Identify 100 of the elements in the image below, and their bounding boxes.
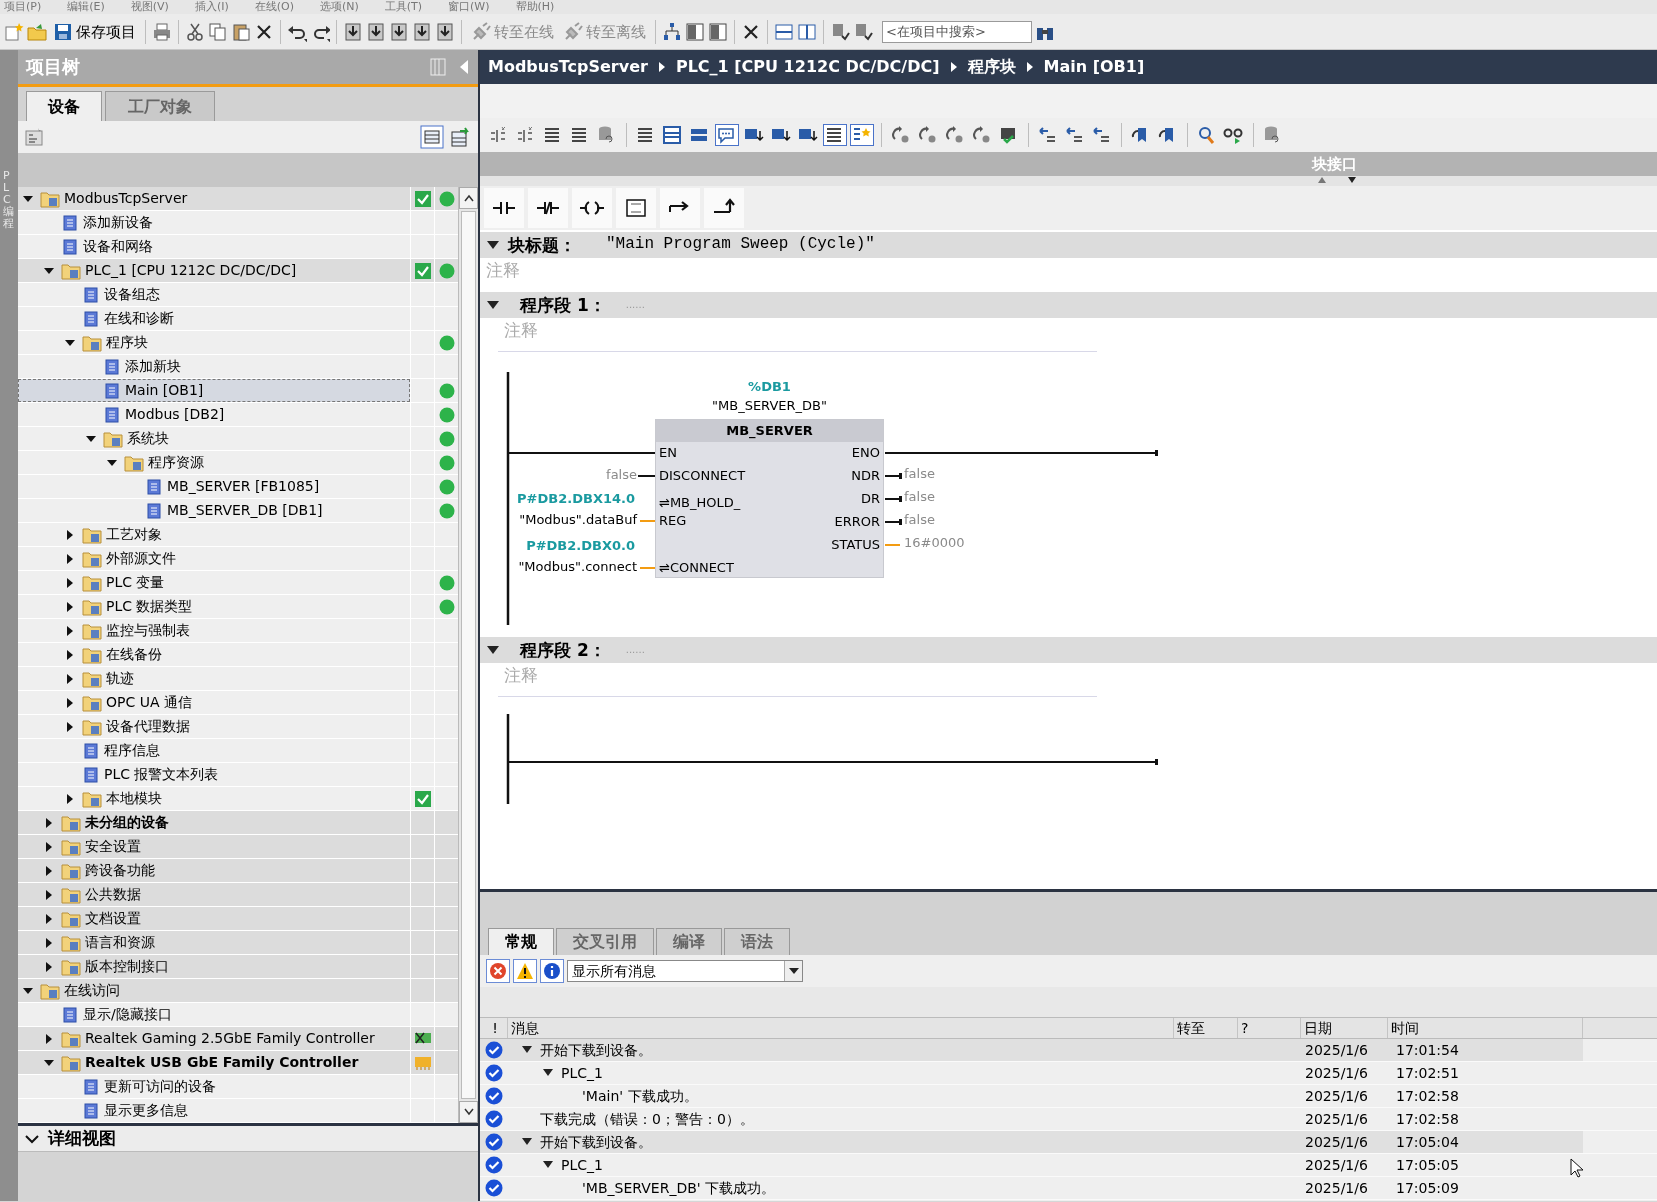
- tree-item[interactable]: 公共数据: [18, 883, 458, 907]
- window-icon[interactable]: [685, 21, 705, 42]
- tree-item[interactable]: PLC 报警文本列表: [18, 763, 458, 787]
- caret-down-icon[interactable]: [521, 1137, 533, 1147]
- tree-item[interactable]: 跨设备功能: [18, 859, 458, 883]
- copy-icon[interactable]: [208, 21, 228, 42]
- negated-contact-button[interactable]: [528, 188, 568, 228]
- tree-item[interactable]: Realtek USB GbE Family Controller: [18, 1051, 458, 1075]
- chevron-down-icon[interactable]: [24, 1132, 40, 1145]
- tree-item[interactable]: PLC 数据类型: [18, 595, 458, 619]
- error-filter-button[interactable]: [486, 959, 510, 983]
- menu-item[interactable]: 在线(O): [254, 0, 294, 14]
- tree-item[interactable]: Realtek Gaming 2.5GbE Family Controller: [18, 1027, 458, 1051]
- window-icon[interactable]: [708, 21, 728, 42]
- caret-down-icon[interactable]: [542, 1068, 554, 1078]
- tab[interactable]: 编译: [656, 928, 722, 955]
- filter-dropdown[interactable]: 显示所有消息: [567, 960, 803, 982]
- vertical-split-icon[interactable]: [797, 21, 817, 42]
- folder-icon[interactable]: [27, 21, 47, 42]
- network-icon[interactable]: [662, 21, 682, 42]
- cut-icon[interactable]: [185, 21, 205, 42]
- device-check-icon[interactable]: [830, 21, 850, 42]
- table-arrow-icon[interactable]: [450, 126, 472, 148]
- warning-filter-button[interactable]: [513, 959, 537, 983]
- tree-item[interactable]: 添加新设备: [18, 211, 458, 235]
- tree-item[interactable]: 安全设置: [18, 835, 458, 859]
- tree-item[interactable]: 文档设置: [18, 907, 458, 931]
- caret-down-icon[interactable]: [542, 1160, 554, 1170]
- table-icon[interactable]: [420, 125, 444, 149]
- tree-item[interactable]: 系统块: [18, 427, 458, 451]
- menu-item[interactable]: 插入(I): [194, 0, 229, 14]
- column-header[interactable]: 时间: [1388, 1018, 1583, 1038]
- caret-down-icon[interactable]: [521, 1045, 533, 1055]
- tree-item[interactable]: Modbus [DB2]: [18, 403, 458, 427]
- tree-item[interactable]: 设备代理数据: [18, 715, 458, 739]
- tree-item[interactable]: 外部源文件: [18, 547, 458, 571]
- printer-icon[interactable]: [152, 21, 172, 42]
- tree-item[interactable]: 程序块: [18, 331, 458, 355]
- tree-view-icon[interactable]: [24, 127, 44, 147]
- menu-item[interactable]: 视图(V): [130, 0, 169, 14]
- scroll-up-button[interactable]: [459, 187, 478, 209]
- contact-button[interactable]: [484, 188, 524, 228]
- tree-item[interactable]: 监控与强制表: [18, 619, 458, 643]
- triangle-down-icon[interactable]: [1347, 176, 1357, 184]
- block-title-field[interactable]: "Main Program Sweep (Cycle)": [606, 235, 875, 255]
- tree-item[interactable]: MB_SERVER [FB1085]: [18, 475, 458, 499]
- column-header[interactable]: 消息: [508, 1018, 1174, 1038]
- tree-item[interactable]: 程序资源: [18, 451, 458, 475]
- message-row[interactable]: PLC_1 2025/1/6 17:05:05: [480, 1154, 1657, 1177]
- tree-item[interactable]: ModbusTcpServer: [18, 187, 458, 211]
- column-header[interactable]: ?: [1238, 1018, 1301, 1038]
- scrollbar-thumb[interactable]: [461, 211, 476, 1099]
- tree-item[interactable]: 未分组的设备: [18, 811, 458, 835]
- message-row[interactable]: 'MB_SERVER_DB' 下载成功。 2025/1/6 17:05:09: [480, 1177, 1657, 1200]
- window-icon[interactable]: [662, 125, 684, 145]
- list-icon[interactable]: [824, 125, 846, 145]
- splitter-bar[interactable]: [480, 889, 1657, 927]
- message-row[interactable]: 'Main' 下载成功。 2025/1/6 17:02:58: [480, 1085, 1657, 1108]
- menu-item[interactable]: 窗口(W): [448, 0, 490, 14]
- message-row[interactable]: PLC_1 2025/1/6 17:02:51: [480, 1062, 1657, 1085]
- speech-bubble-icon[interactable]: [716, 125, 738, 145]
- tree-item[interactable]: 工艺对象: [18, 523, 458, 547]
- star-list-icon[interactable]: [851, 125, 873, 145]
- tree-item[interactable]: 版本控制接口: [18, 955, 458, 979]
- tree-item[interactable]: 设备组态: [18, 283, 458, 307]
- menu-item[interactable]: 工具(T): [384, 0, 423, 14]
- function-block[interactable]: MB_SERVER EN DISCONNECT ⇌MB_HOLD_ REG ⇌CONNECT ENO NDR DR ERROR STATUS: [655, 419, 884, 578]
- device-check-icon[interactable]: [853, 21, 873, 42]
- column-header[interactable]: !: [480, 1018, 508, 1038]
- tab[interactable]: 常规: [488, 928, 554, 955]
- menu-item[interactable]: 编辑(E): [67, 0, 105, 14]
- menu-item[interactable]: 选项(N): [319, 0, 359, 14]
- paste-icon[interactable]: [231, 21, 251, 42]
- scroll-down-button[interactable]: [459, 1101, 478, 1123]
- tree-item[interactable]: PLC_1 [CPU 1212C DC/DC/DC]: [18, 259, 458, 283]
- triangle-up-icon[interactable]: [1317, 176, 1327, 184]
- column-header[interactable]: 日期: [1301, 1018, 1388, 1038]
- search-field[interactable]: <在项目中搜索>: [882, 20, 1032, 43]
- tree-item[interactable]: MB_SERVER_DB [DB1]: [18, 499, 458, 523]
- tree-item[interactable]: 程序信息: [18, 739, 458, 763]
- column-header[interactable]: 转至: [1174, 1018, 1238, 1038]
- breadcrumb-link[interactable]: 程序块: [967, 57, 1016, 77]
- tree-item[interactable]: 语言和资源: [18, 931, 458, 955]
- coil-button[interactable]: [572, 188, 612, 228]
- tree-item[interactable]: 在线和诊断: [18, 307, 458, 331]
- breadcrumb-link[interactable]: Main [OB1]: [1043, 57, 1145, 77]
- horizontal-split-icon[interactable]: [774, 21, 794, 42]
- caret-down-icon[interactable]: [486, 300, 500, 310]
- tree-item[interactable]: 在线备份: [18, 643, 458, 667]
- menu-item[interactable]: 项目(P): [4, 0, 42, 14]
- caret-down-icon[interactable]: [486, 645, 500, 655]
- tree-item[interactable]: 更新可访问的设备: [18, 1075, 458, 1099]
- tab[interactable]: 语法: [724, 928, 790, 955]
- open-branch-button[interactable]: [660, 188, 700, 228]
- caret-down-icon[interactable]: [486, 240, 500, 250]
- info-filter-button[interactable]: [540, 959, 564, 983]
- tree-item[interactable]: PLC 变量: [18, 571, 458, 595]
- close-branch-button[interactable]: [704, 188, 744, 228]
- breadcrumb-link[interactable]: PLC_1 [CPU 1212C DC/DC/DC]: [675, 57, 940, 77]
- tree-item[interactable]: OPC UA 通信: [18, 691, 458, 715]
